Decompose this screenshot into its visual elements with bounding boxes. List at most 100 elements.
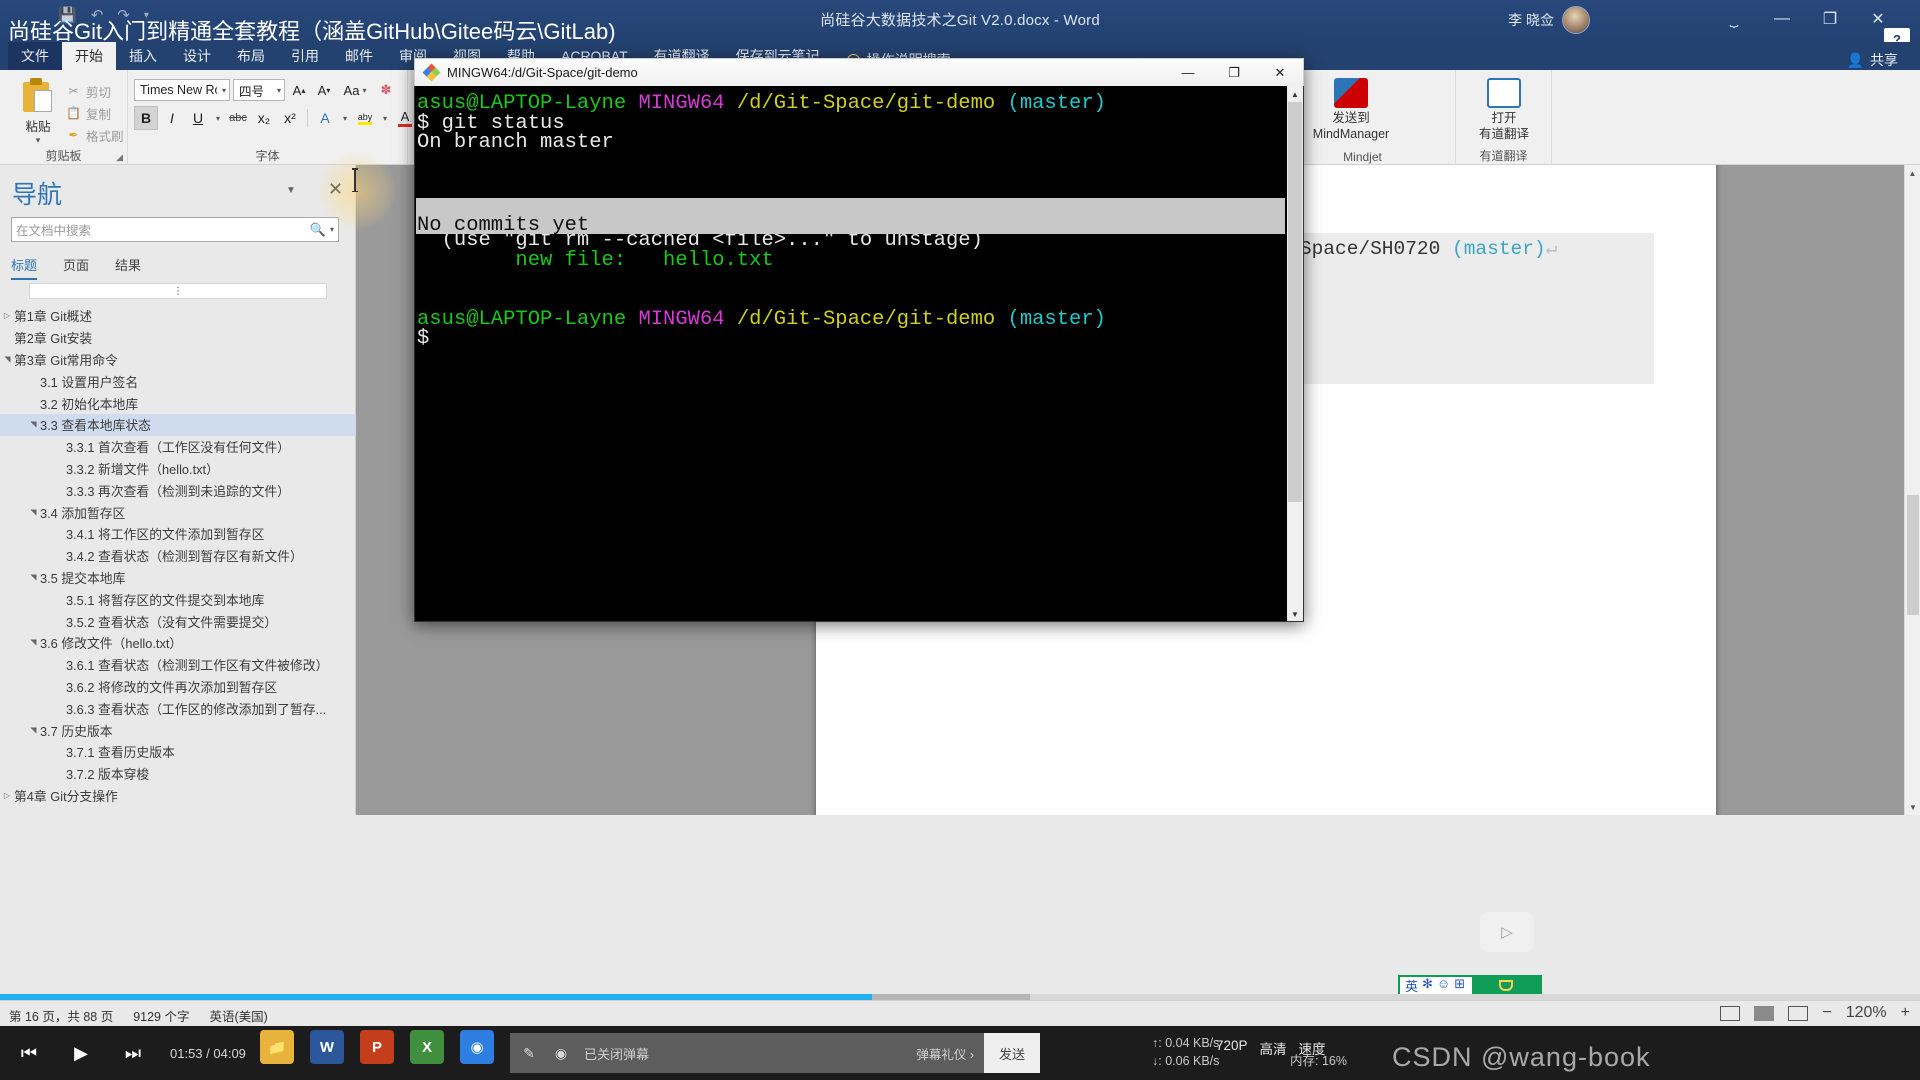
ribbon-display-options-icon[interactable]: ⏟ bbox=[1710, 4, 1758, 34]
font-size-combobox[interactable]: 四号 ▾ bbox=[233, 79, 285, 101]
navigation-heading-list[interactable]: ⋮ ▷ 第1章 Git概述 第2章 Git安装 ◢ 第3章 Git常用命令 3.1 设置用… bbox=[0, 283, 356, 813]
danmaku-style-icon[interactable]: ✎ bbox=[516, 1040, 542, 1066]
web-layout-view-icon[interactable] bbox=[1754, 1005, 1775, 1021]
account-area[interactable]: 李 晓佥 bbox=[1508, 6, 1590, 34]
window-controls[interactable]: ⏟ — ❐ ✕ bbox=[1710, 4, 1902, 34]
play-button[interactable]: ▶ bbox=[60, 1032, 102, 1074]
paste-button[interactable]: 粘贴 ▾ bbox=[12, 78, 64, 146]
highlight-dropdown-icon[interactable]: ▾ bbox=[379, 106, 391, 130]
print-layout-view-icon[interactable] bbox=[1720, 1005, 1741, 1021]
nav-heading-item[interactable]: 3.7.1 查看历史版本 bbox=[0, 741, 356, 763]
send-button[interactable]: 发送 bbox=[984, 1033, 1040, 1073]
chevron-down-icon[interactable]: ▾ bbox=[217, 86, 226, 95]
terminal-scroll-up-icon[interactable]: ▲ bbox=[1287, 86, 1303, 102]
grow-font-button[interactable]: A ▴ bbox=[288, 79, 310, 101]
chevron-down-icon[interactable]: ▾ bbox=[272, 86, 281, 95]
terminal-close-button[interactable]: ✕ bbox=[1257, 59, 1303, 87]
navigation-pane[interactable]: 导航 ▼ ✕ 在文档中搜索 🔍 ▾ 标题 页面 结果 ⋮ ▷第1章 Git概述第… bbox=[0, 165, 356, 815]
nav-heading-item[interactable]: 3.4.2 查看状态（检测到暂存区有新文件） bbox=[0, 545, 356, 567]
terminal-maximize-button[interactable]: ❐ bbox=[1211, 59, 1257, 87]
clear-formatting-icon[interactable]: ✽ bbox=[375, 79, 397, 101]
quality-hd[interactable]: 高清 bbox=[1260, 1038, 1287, 1058]
scroll-down-icon[interactable]: ▼ bbox=[1905, 799, 1920, 815]
strikethrough-button[interactable]: abc bbox=[226, 106, 250, 130]
ime-keyboard-icon[interactable]: ⊞ bbox=[1454, 976, 1465, 995]
nav-heading-item[interactable]: 3.4.1 将工作区的文件添加到暂存区 bbox=[0, 523, 356, 545]
word-count[interactable]: 9129 个字 bbox=[133, 1006, 189, 1025]
restore-button[interactable]: ❐ bbox=[1806, 4, 1854, 34]
open-youdao-button[interactable]: 打开 有道翻译 bbox=[1461, 78, 1547, 142]
collapse-triangle-icon[interactable]: ◢ bbox=[29, 571, 38, 583]
zoom-level[interactable]: 120% bbox=[1846, 1004, 1887, 1022]
nav-heading-item[interactable]: 3.3.3 再次查看（检测到未追踪的文件） bbox=[0, 479, 356, 501]
danmaku-input-bar[interactable]: ✎ ◉ 已关闭弹幕 弹幕礼仪 › 发送 bbox=[510, 1033, 1040, 1073]
format-painter-button[interactable]: ✒ 格式刷 bbox=[66, 124, 123, 146]
scroll-up-icon[interactable]: ▲ bbox=[1905, 165, 1920, 181]
taskbar-apps[interactable]: 📁 W P X ◉ bbox=[260, 1030, 494, 1064]
powerpoint-icon[interactable]: P bbox=[360, 1030, 394, 1064]
next-button[interactable]: ⏭ bbox=[112, 1032, 154, 1074]
clipboard-dialog-launcher-icon[interactable]: ◢ bbox=[116, 152, 123, 163]
nav-heading-item[interactable]: 3.6.2 将修改的文件再次添加到暂存区 bbox=[0, 676, 356, 698]
collapse-triangle-icon[interactable]: ◢ bbox=[29, 637, 38, 649]
quality-720p[interactable]: 720P bbox=[1216, 1038, 1248, 1058]
nav-heading-item[interactable]: ◢ 第3章 Git常用命令 bbox=[0, 349, 356, 371]
tab-home[interactable]: 开始 bbox=[62, 42, 116, 70]
excel-icon[interactable]: X bbox=[410, 1030, 444, 1064]
word-icon[interactable]: W bbox=[310, 1030, 344, 1064]
italic-button[interactable]: I bbox=[160, 106, 184, 130]
expand-triangle-icon[interactable]: ▷ bbox=[1, 791, 13, 800]
collapse-triangle-icon[interactable]: ◢ bbox=[29, 724, 38, 736]
cut-button[interactable]: ✂ 剪切 bbox=[66, 80, 124, 102]
avatar[interactable] bbox=[1562, 6, 1590, 34]
chevron-down-icon[interactable]: ▾ bbox=[362, 86, 366, 95]
search-options-chevron-icon[interactable]: ▾ bbox=[330, 225, 334, 234]
copy-button[interactable]: 📋 复制 bbox=[66, 102, 124, 124]
nav-heading-item[interactable]: 第2章 Git安装 bbox=[0, 327, 356, 349]
share-button[interactable]: 👤 共享 bbox=[1847, 50, 1898, 70]
tab-references[interactable]: 引用 bbox=[278, 42, 332, 70]
expand-triangle-icon[interactable]: ▷ bbox=[1, 311, 13, 320]
paste-dropdown-icon[interactable]: ▾ bbox=[12, 135, 64, 146]
send-to-mindmanager-button[interactable]: 发送到 MindManager bbox=[1308, 78, 1394, 142]
nav-heading-item[interactable]: ◢ 3.4 添加暂存区 bbox=[0, 501, 356, 523]
terminal-scrollbar-thumb[interactable] bbox=[1288, 102, 1302, 502]
collapse-triangle-icon[interactable]: ◢ bbox=[29, 419, 38, 431]
nav-heading-item[interactable]: ◢ 3.7 历史版本 bbox=[0, 719, 356, 741]
font-name-combobox[interactable]: Times New Ro ▾ bbox=[134, 79, 230, 101]
tab-layout[interactable]: 布局 bbox=[224, 42, 278, 70]
read-mode-view-icon[interactable] bbox=[1788, 1005, 1809, 1021]
document-scrollbar[interactable]: ▲ ▼ bbox=[1904, 165, 1920, 815]
terminal-body[interactable]: asus@LAPTOP-Layne MINGW64 /d/Git-Space/g… bbox=[414, 86, 1304, 622]
underline-dropdown-icon[interactable]: ▾ bbox=[212, 106, 224, 130]
player-side-toggle-icon[interactable]: ▷ bbox=[1480, 912, 1534, 952]
chrome-icon[interactable]: ◉ bbox=[460, 1030, 494, 1064]
nav-tab-results[interactable]: 结果 bbox=[115, 255, 141, 280]
navigation-search-box[interactable]: 在文档中搜索 🔍 ▾ bbox=[11, 217, 339, 242]
change-case-button[interactable]: Aa ▾ bbox=[338, 79, 372, 101]
nav-heading-item[interactable]: 3.6.3 查看状态（工作区的修改添加到了暂存... bbox=[0, 697, 356, 719]
nav-heading-item[interactable]: 3.7.2 版本穿梭 bbox=[0, 763, 356, 785]
terminal-scroll-down-icon[interactable]: ▼ bbox=[1287, 606, 1303, 621]
nav-heading-item[interactable]: ◢ 3.5 提交本地库 bbox=[0, 567, 356, 589]
terminal-scrollbar[interactable]: ▲ ▼ bbox=[1287, 86, 1303, 621]
bold-button[interactable]: B bbox=[134, 106, 158, 130]
tab-mailings[interactable]: 邮件 bbox=[332, 42, 386, 70]
nav-heading-item[interactable]: 3.5.2 查看状态（没有文件需要提交） bbox=[0, 610, 356, 632]
terminal-minimize-button[interactable]: — bbox=[1165, 59, 1211, 87]
zoom-out-button[interactable]: − bbox=[1822, 1004, 1831, 1022]
underline-button[interactable]: U bbox=[186, 106, 210, 130]
ime-person-icon[interactable]: ☺ bbox=[1437, 976, 1450, 995]
tab-design[interactable]: 设计 bbox=[170, 42, 224, 70]
scrollbar-thumb[interactable] bbox=[1907, 495, 1919, 615]
ime-star-icon[interactable]: ✻ bbox=[1422, 976, 1433, 995]
tab-insert[interactable]: 插入 bbox=[116, 42, 170, 70]
folder-icon[interactable]: 📁 bbox=[260, 1030, 294, 1064]
superscript-button[interactable]: x² bbox=[278, 106, 302, 130]
nav-heading-item[interactable]: ▷ 第4章 Git分支操作 bbox=[0, 785, 356, 807]
nav-heading-item[interactable]: 3.6.1 查看状态（检测到工作区有文件被修改） bbox=[0, 654, 356, 676]
nav-heading-item[interactable]: ◢ 3.6 修改文件（hello.txt） bbox=[0, 632, 356, 654]
shrink-font-button[interactable]: A ▾ bbox=[313, 79, 335, 101]
navigation-drag-handle[interactable]: ⋮ bbox=[29, 283, 327, 299]
minimize-button[interactable]: — bbox=[1758, 4, 1806, 34]
